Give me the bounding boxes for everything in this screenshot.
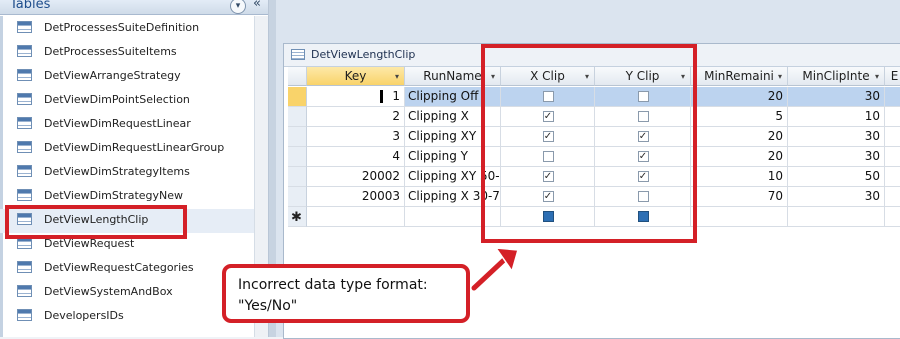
column-header[interactable]: MinClipInte ▾ (788, 67, 885, 86)
table-list-item[interactable]: DetViewSystemAndBox (0, 281, 254, 305)
cell-clipped[interactable] (885, 187, 900, 207)
table-list-item-label: DetViewDimPointSelection (44, 93, 190, 106)
table-list-item[interactable]: DetViewDimPointSelection (0, 89, 254, 113)
table-list-item-label: DetViewRequestCategories (44, 261, 194, 274)
annotation-text-line-1: Incorrect data type format: (238, 277, 428, 293)
cell-min-remaining[interactable]: 20 (691, 87, 788, 107)
annotation-callout: Incorrect data type format: "Yes/No" (222, 264, 470, 323)
cell-clipped[interactable] (885, 167, 900, 187)
cell-min-clip-interval[interactable] (788, 207, 885, 227)
table-list-item-label: DetViewDimRequestLinear (44, 117, 191, 130)
cell-min-clip-interval[interactable]: 30 (788, 147, 885, 167)
cell-min-remaining[interactable] (691, 207, 788, 227)
column-header-label: E (890, 69, 899, 83)
record-selector[interactable] (288, 167, 307, 187)
chevron-down-icon[interactable]: ▾ (875, 67, 879, 86)
table-list-item-label: DetViewArrangeStrategy (44, 69, 181, 82)
cell-min-clip-interval[interactable]: 30 (788, 187, 885, 207)
table-list-item[interactable]: DetProcessesSuiteDefinition (0, 17, 254, 41)
document-tab-label: DetViewLengthClip (311, 48, 416, 61)
column-header-label: MinRemaini (704, 69, 774, 83)
table-list-item-label: DetViewDimStrategyNew (44, 189, 184, 202)
text-cursor (380, 90, 383, 103)
cell-min-clip-interval[interactable]: 10 (788, 107, 885, 127)
cell-key[interactable]: 20003 (307, 187, 405, 207)
table-icon (17, 141, 32, 153)
cell-min-remaining[interactable]: 5 (691, 107, 788, 127)
table-icon (17, 45, 32, 57)
table-icon (291, 49, 305, 60)
chevron-down-icon[interactable]: ▾ (778, 67, 782, 86)
table-icon (17, 93, 32, 105)
table-icon (17, 285, 32, 297)
cell-min-clip-interval[interactable]: 50 (788, 167, 885, 187)
cell-min-remaining[interactable]: 70 (691, 187, 788, 207)
cell-min-remaining[interactable]: 20 (691, 147, 788, 167)
cell-key[interactable]: 20002 (307, 167, 405, 187)
table-icon (17, 117, 32, 129)
highlight-yes-no-columns (481, 44, 697, 243)
table-list-item[interactable]: DetViewRequestCategories (0, 257, 254, 281)
table-icon (17, 189, 32, 201)
table-list-item-label: DetViewDimRequestLinearGroup (44, 141, 225, 154)
record-selector[interactable] (288, 147, 307, 167)
navigation-pane-title: Tables (10, 0, 51, 12)
cell-clipped[interactable] (885, 127, 900, 147)
navigation-pane-header: Tables ▾ « (0, 0, 268, 15)
table-list-item-label: DevelopersIDs (44, 309, 124, 322)
cell-key[interactable]: 1 (307, 87, 405, 107)
select-all-corner[interactable] (288, 67, 307, 86)
record-selector[interactable] (288, 107, 307, 127)
column-header[interactable]: MinRemaini ▾ (691, 67, 788, 86)
table-list-item[interactable]: DetViewArrangeStrategy (0, 65, 254, 89)
table-icon (17, 21, 32, 33)
table-icon (17, 69, 32, 81)
table-list-item-label: DetProcessesSuiteItems (44, 45, 177, 58)
table-list-item[interactable]: DetViewDimRequestLinearGroup (0, 137, 254, 161)
cell-min-remaining[interactable]: 10 (691, 167, 788, 187)
callout-arrow (469, 247, 519, 293)
cell-clipped[interactable] (885, 207, 900, 227)
table-list-item-label: DetViewSystemAndBox (44, 285, 173, 298)
chevron-down-icon[interactable]: ▾ (230, 0, 246, 14)
highlight-selected-table (5, 205, 187, 239)
shutter-bar-close-icon[interactable]: « (250, 0, 264, 12)
table-list-item[interactable]: DetViewDimRequestLinear (0, 113, 254, 137)
cell-key[interactable]: 4 (307, 147, 405, 167)
table-list-item[interactable]: DetViewDimStrategyItems (0, 161, 254, 185)
cell-min-clip-interval[interactable]: 30 (788, 87, 885, 107)
record-selector[interactable] (288, 187, 307, 207)
column-header-label: RunName (423, 69, 482, 83)
table-list-item-label: DetProcessesSuiteDefinition (44, 21, 200, 34)
cell-clipped[interactable] (885, 147, 900, 167)
table-list-item[interactable]: DetProcessesSuiteItems (0, 41, 254, 65)
cell-key[interactable] (307, 207, 405, 227)
column-header-label: Key (344, 69, 367, 83)
cell-key[interactable]: 2 (307, 107, 405, 127)
record-selector[interactable] (288, 127, 307, 147)
cell-clipped[interactable] (885, 87, 900, 107)
chevron-down-icon[interactable]: ▾ (395, 67, 399, 86)
table-icon (17, 309, 32, 321)
annotation-text-line-2: "Yes/No" (238, 298, 298, 314)
record-selector[interactable] (288, 87, 307, 107)
column-header[interactable]: Key ▾ (307, 67, 405, 86)
table-icon (17, 165, 32, 177)
new-record-icon: ✱ (291, 210, 302, 225)
column-header-label: MinClipInte (802, 69, 870, 83)
table-list-item[interactable]: DevelopersIDs (0, 305, 254, 329)
table-list-item-label: DetViewDimStrategyItems (44, 165, 190, 178)
cell-key[interactable]: 3 (307, 127, 405, 147)
record-selector[interactable]: ✱ (288, 207, 307, 227)
cell-clipped[interactable] (885, 107, 900, 127)
column-header[interactable]: E (885, 67, 900, 86)
cell-min-remaining[interactable]: 20 (691, 127, 788, 147)
cell-min-clip-interval[interactable]: 30 (788, 127, 885, 147)
table-icon (17, 261, 32, 273)
